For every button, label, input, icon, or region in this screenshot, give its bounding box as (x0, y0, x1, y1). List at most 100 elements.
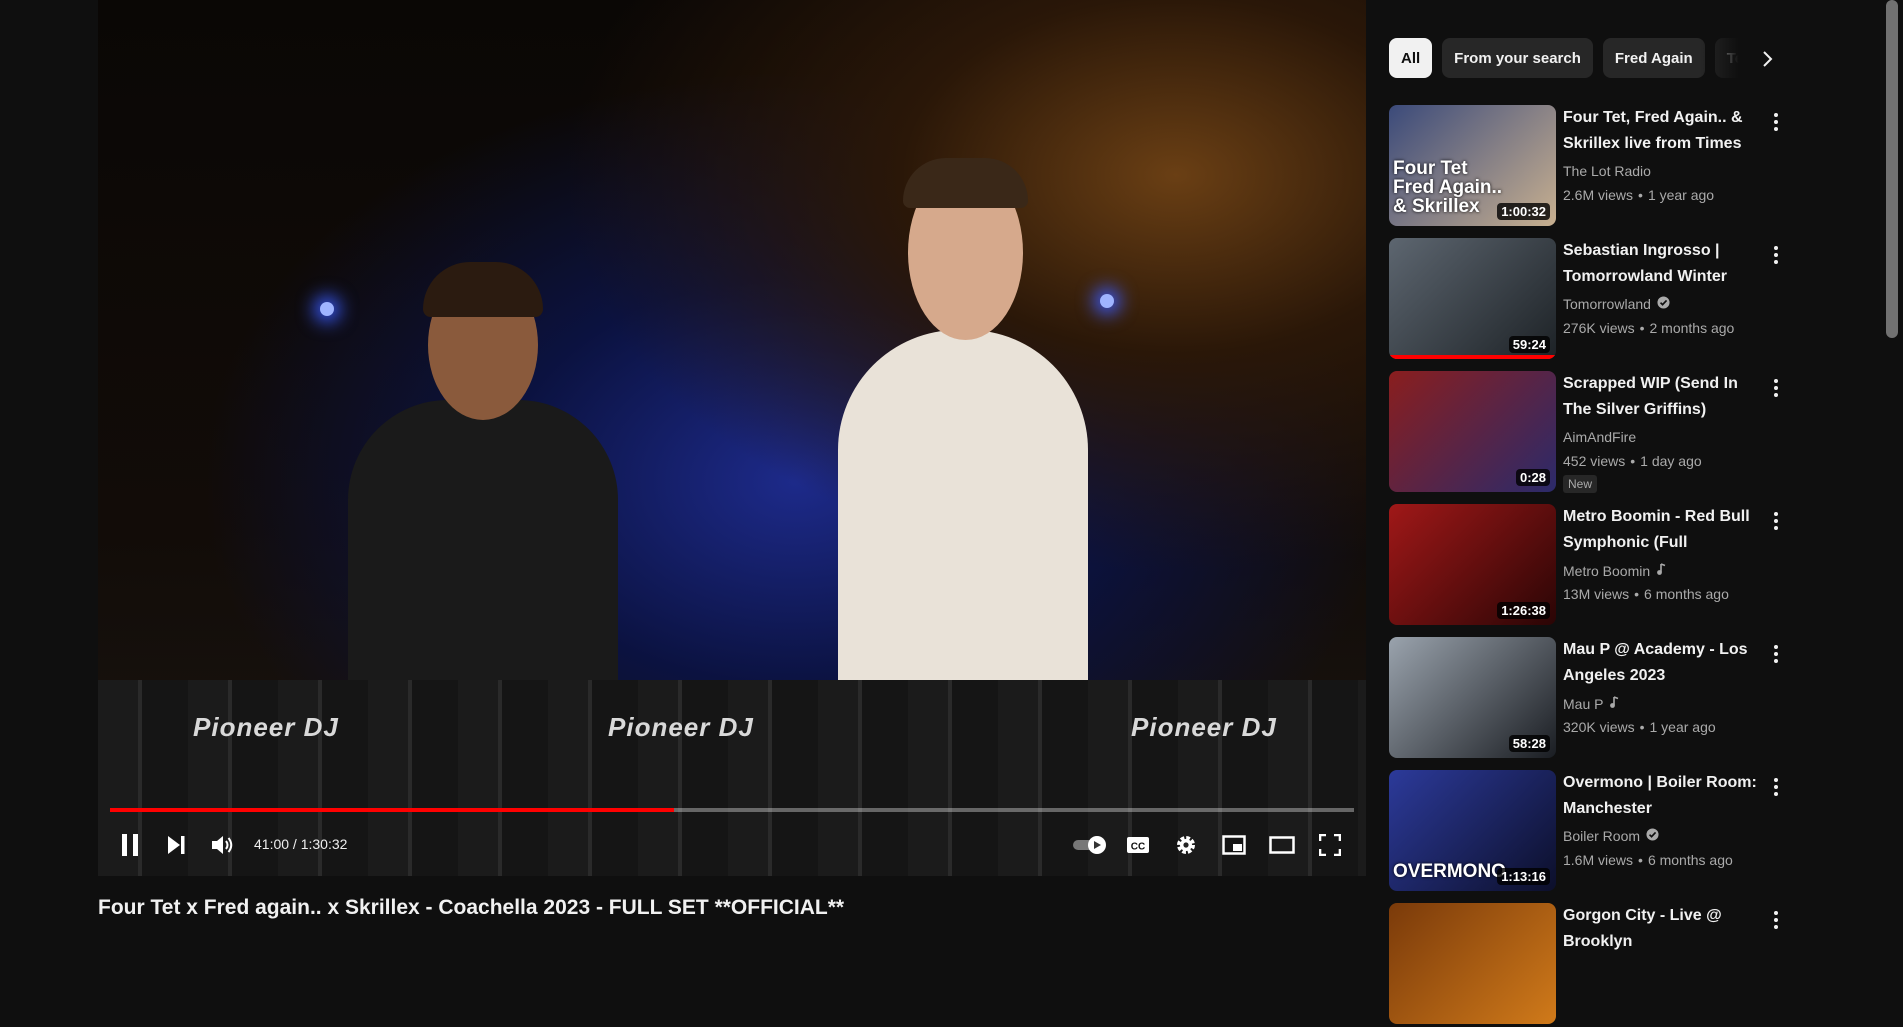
recommendation-title[interactable]: Overmono | Boiler Room: Manchester (1563, 770, 1759, 822)
settings-button[interactable] (1166, 826, 1206, 864)
view-meta: 1.6M views • 6 months ago (1563, 852, 1733, 868)
more-actions-button[interactable] (1766, 107, 1786, 137)
video-frame: Pioneer DJ Pioneer DJ Pioneer DJ (98, 0, 1366, 876)
chevron-right-icon (1763, 51, 1773, 67)
upload-age: 1 year ago (1647, 187, 1715, 203)
duration-badge: 1:13:16 (1497, 868, 1550, 885)
meta-separator: • (1639, 719, 1645, 735)
progress-played (110, 808, 674, 812)
video-thumbnail[interactable]: Four Tet Fred Again.. & Skrillex 1:00:32 (1389, 105, 1556, 226)
more-vert-icon (1774, 911, 1778, 929)
recommendation-item[interactable]: 1:26:38 Metro Boomin - Red Bull Symphonic… (1389, 504, 1789, 628)
fullscreen-icon (1319, 834, 1341, 856)
pause-button[interactable] (112, 826, 148, 864)
recommendation-title[interactable]: Gorgon City - Live @ Brooklyn (1563, 903, 1759, 955)
video-thumbnail[interactable] (1389, 903, 1556, 1024)
channel-name[interactable]: Metro Boomin (1563, 563, 1650, 579)
player-controls: 41:00 / 1:30:32 CC (98, 826, 1366, 864)
more-actions-button[interactable] (1766, 639, 1786, 669)
stage-light (1100, 294, 1114, 308)
fullscreen-button[interactable] (1310, 826, 1350, 864)
recommendation-item[interactable]: 0:28 Scrapped WIP (Send In The Silver Gri… (1389, 371, 1789, 495)
meta-separator: • (1638, 852, 1643, 868)
upload-age: 6 months ago (1647, 852, 1733, 868)
recommendation-title[interactable]: Sebastian Ingrosso | Tomorrowland Winter… (1563, 238, 1759, 290)
more-actions-button[interactable] (1766, 373, 1786, 403)
verified-icon (1657, 296, 1670, 312)
video-thumbnail[interactable]: 0:28 (1389, 371, 1556, 492)
channel-name[interactable]: Boiler Room (1563, 828, 1640, 844)
new-badge: New (1563, 475, 1598, 493)
music-note-icon (1609, 695, 1620, 712)
view-count: 276K views (1563, 320, 1635, 336)
more-vert-icon (1774, 512, 1778, 530)
page-scrollbar[interactable] (1886, 0, 1898, 338)
theater-mode-icon (1269, 836, 1295, 854)
channel-line: Tomorrowland (1563, 296, 1670, 312)
recommendation-item[interactable]: Gorgon City - Live @ Brooklyn (1389, 903, 1789, 1027)
duration-badge: 1:26:38 (1497, 602, 1550, 619)
channel-name[interactable]: Tomorrowland (1563, 296, 1651, 312)
dj-right-hair (903, 158, 1028, 208)
video-title: Four Tet x Fred again.. x Skrillex - Coa… (98, 896, 845, 919)
view-meta: 320K views • 1 year ago (1563, 719, 1716, 735)
meta-separator: • (1639, 320, 1645, 336)
deck-brand-label: Pioneer DJ (608, 712, 754, 742)
view-meta: 2.6M views • 1 year ago (1563, 187, 1714, 203)
view-meta: 276K views • 2 months ago (1563, 320, 1734, 336)
chips-next-button[interactable] (1752, 44, 1782, 74)
theater-mode-button[interactable] (1262, 826, 1302, 864)
more-vert-icon (1774, 246, 1778, 264)
next-button[interactable] (158, 826, 194, 864)
chip-fred-again[interactable]: Fred Again (1602, 38, 1705, 78)
channel-line: Boiler Room (1563, 828, 1659, 844)
recommendation-item[interactable]: 59:24 Sebastian Ingrosso | Tomorrowland W… (1389, 238, 1789, 362)
thumbnail-text: OVERMONO (1393, 861, 1506, 882)
time-current: 41:00 (254, 836, 290, 852)
deck-brand-label: Pioneer DJ (1131, 712, 1277, 742)
captions-icon: CC (1127, 837, 1149, 853)
miniplayer-icon (1222, 835, 1246, 855)
more-actions-button[interactable] (1766, 506, 1786, 536)
channel-line: Mau P (1563, 695, 1620, 712)
channel-line: The Lot Radio (1563, 163, 1651, 179)
dj-left-hair (423, 262, 543, 317)
progress-bar[interactable] (110, 808, 1354, 812)
music-note-icon (1656, 562, 1667, 579)
recommendation-title[interactable]: Mau P @ Academy - Los Angeles 2023 (1563, 637, 1759, 689)
recommendation-item[interactable]: 58:28 Mau P @ Academy - Los Angeles 2023 M… (1389, 637, 1789, 761)
more-actions-button[interactable] (1766, 905, 1786, 935)
channel-name[interactable]: Mau P (1563, 696, 1603, 712)
more-actions-button[interactable] (1766, 240, 1786, 270)
recommendation-title[interactable]: Scrapped WIP (Send In The Silver Griffin… (1563, 371, 1759, 423)
autoplay-toggle[interactable] (1070, 826, 1110, 864)
view-meta: 13M views • 6 months ago (1563, 586, 1729, 602)
meta-separator: • (1630, 453, 1636, 469)
view-count: 1.6M views (1563, 852, 1634, 868)
channel-name[interactable]: AimAndFire (1563, 429, 1636, 445)
channel-name[interactable]: The Lot Radio (1563, 163, 1651, 179)
chip-from-your-search[interactable]: From your search (1442, 38, 1593, 78)
captions-button[interactable]: CC (1118, 826, 1158, 864)
thumbnail-text: Four Tet Fred Again.. & Skrillex (1393, 158, 1503, 217)
video-player[interactable]: Pioneer DJ Pioneer DJ Pioneer DJ 41:00 /… (98, 0, 1366, 876)
more-vert-icon (1774, 778, 1778, 796)
autoplay-toggle-icon (1073, 836, 1106, 854)
recommendation-item[interactable]: OVERMONO 1:13:16 Overmono | Boiler Room: M… (1389, 770, 1789, 894)
recommendation-title[interactable]: Four Tet, Fred Again.. & Skrillex live f… (1563, 105, 1759, 157)
volume-button[interactable] (204, 826, 240, 864)
video-thumbnail[interactable]: 1:26:38 (1389, 504, 1556, 625)
channel-line: AimAndFire (1563, 429, 1636, 445)
recommendation-item[interactable]: Four Tet Fred Again.. & Skrillex 1:00:32 F… (1389, 105, 1789, 229)
miniplayer-button[interactable] (1214, 826, 1254, 864)
upload-age: 1 year ago (1649, 719, 1716, 735)
video-thumbnail[interactable]: 59:24 (1389, 238, 1556, 359)
watch-progress (1389, 355, 1556, 359)
view-count: 2.6M views (1563, 187, 1634, 203)
more-actions-button[interactable] (1766, 772, 1786, 802)
meta-separator: • (1638, 187, 1643, 203)
video-thumbnail[interactable]: OVERMONO 1:13:16 (1389, 770, 1556, 891)
recommendation-title[interactable]: Metro Boomin - Red Bull Symphonic (Full … (1563, 504, 1759, 556)
video-thumbnail[interactable]: 58:28 (1389, 637, 1556, 758)
chip-all[interactable]: All (1389, 38, 1433, 78)
